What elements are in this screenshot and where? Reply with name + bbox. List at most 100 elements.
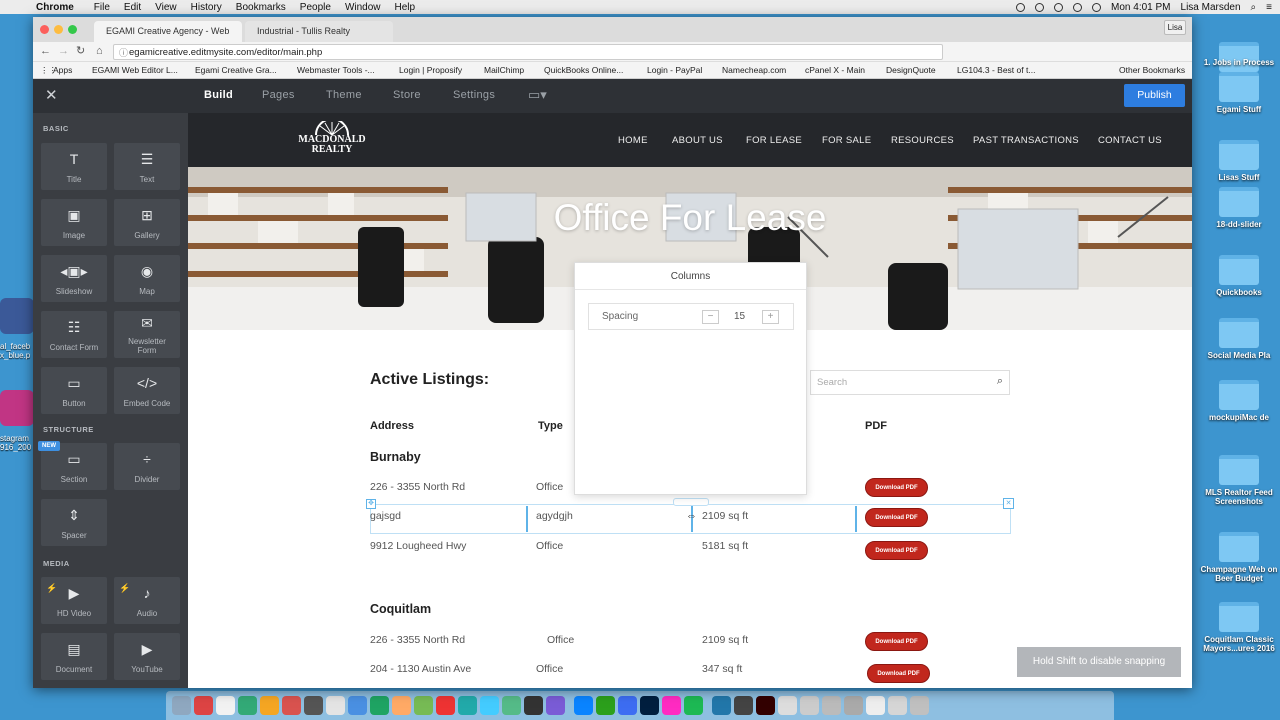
site-nav-resources[interactable]: RESOURCES: [891, 135, 954, 146]
move-row-icon[interactable]: ✥: [366, 499, 376, 509]
dock-app-icon[interactable]: [414, 696, 433, 715]
dock-app-icon[interactable]: [910, 696, 929, 715]
spotlight-icon[interactable]: ⌕: [1251, 2, 1257, 13]
wifi-icon[interactable]: [1054, 2, 1064, 12]
bookmark-item[interactable]: Namecheap.com: [722, 65, 786, 75]
dock-app-icon[interactable]: [574, 696, 593, 715]
menu-edit[interactable]: Edit: [124, 2, 141, 13]
dock-app-icon[interactable]: [546, 696, 565, 715]
desktop-folder[interactable]: Champagne Web on Beer Budget: [1200, 532, 1278, 583]
dock-app-icon[interactable]: [844, 696, 863, 715]
listing-size[interactable]: 347 sq ft: [702, 663, 742, 675]
profile-button[interactable]: Lisa: [1164, 20, 1186, 35]
info-icon[interactable]: ⓘ: [119, 46, 128, 59]
tab-build[interactable]: Build: [204, 89, 233, 101]
dock-app-icon[interactable]: [370, 696, 389, 715]
site-nav-for-lease[interactable]: FOR LEASE: [746, 135, 802, 146]
tile-image[interactable]: ▣ Image: [41, 199, 107, 246]
dock-app-icon[interactable]: [458, 696, 477, 715]
column-divider-handle[interactable]: [526, 506, 528, 532]
facebook-file-icon[interactable]: [0, 298, 34, 334]
listing-address[interactable]: 226 - 3355 North Rd: [370, 634, 465, 646]
forward-icon[interactable]: →: [58, 45, 69, 57]
hero-title[interactable]: Office For Lease: [188, 197, 1192, 239]
bookmark-item[interactable]: QuickBooks Online...: [544, 65, 623, 75]
listing-size[interactable]: 2109 sq ft: [702, 634, 748, 646]
tile-slideshow[interactable]: ◂▣▸ Slideshow: [41, 255, 107, 302]
bookmark-item[interactable]: Webmaster Tools -...: [297, 65, 375, 75]
delete-row-icon[interactable]: ✕: [1003, 498, 1014, 509]
bookmark-item[interactable]: Login - PayPal: [647, 65, 702, 75]
listing-size[interactable]: 2109 sq ft: [702, 510, 748, 522]
bookmark-item[interactable]: cPanel X - Main: [805, 65, 865, 75]
dock-app-icon[interactable]: [436, 696, 455, 715]
bookmark-item[interactable]: Login | Proposify: [399, 65, 462, 75]
dock-app-icon[interactable]: [238, 696, 257, 715]
listing-type[interactable]: agydgjh: [536, 510, 573, 522]
zoom-window-icon[interactable]: [68, 25, 77, 34]
dock-app-icon[interactable]: [712, 696, 731, 715]
listing-address[interactable]: gajsgd: [370, 510, 401, 522]
menu-help[interactable]: Help: [395, 2, 416, 13]
tile-newsletter-form[interactable]: ✉ Newsletter Form: [114, 311, 180, 358]
tab-store[interactable]: Store: [393, 89, 421, 101]
bookmark-item[interactable]: Egami Creative Gra...: [195, 65, 277, 75]
search-icon[interactable]: ⌕: [997, 375, 1003, 388]
desktop-folder[interactable]: Quickbooks: [1200, 255, 1278, 297]
site-nav-past-transactions[interactable]: PAST TRANSACTIONS: [973, 135, 1079, 146]
dock-app-icon[interactable]: [756, 696, 775, 715]
dock-app-icon[interactable]: [684, 696, 703, 715]
record-icon[interactable]: [1016, 2, 1026, 12]
bookmark-item[interactable]: Apps: [53, 65, 72, 75]
increase-spacing-button[interactable]: +: [762, 310, 779, 324]
menu-view[interactable]: View: [155, 2, 177, 13]
tile-title[interactable]: T Title: [41, 143, 107, 190]
download-pdf-button[interactable]: Download PDF: [865, 541, 928, 560]
tile-hd-video[interactable]: ⚡ ▶ HD Video: [41, 577, 107, 624]
user-name[interactable]: Lisa Marsden: [1181, 2, 1241, 13]
listing-type[interactable]: Office: [536, 540, 563, 552]
publish-button[interactable]: Publish: [1124, 84, 1185, 107]
dock-app-icon[interactable]: [216, 696, 235, 715]
tile-gallery[interactable]: ⊞ Gallery: [114, 199, 180, 246]
download-pdf-button[interactable]: Download PDF: [867, 664, 930, 683]
desktop-folder[interactable]: Social Media Pla: [1200, 318, 1278, 360]
tile-text[interactable]: ☰ Text: [114, 143, 180, 190]
listing-type[interactable]: Office: [547, 634, 574, 646]
device-preview-icon[interactable]: ▭▾: [528, 87, 547, 103]
dock-app-icon[interactable]: [194, 696, 213, 715]
listing-type[interactable]: Office: [536, 663, 563, 675]
dock-app-icon[interactable]: [662, 696, 681, 715]
dock-app-icon[interactable]: [392, 696, 411, 715]
dock-app-icon[interactable]: [640, 696, 659, 715]
menu-people[interactable]: People: [300, 2, 331, 13]
tile-contact-form[interactable]: ☷ Contact Form: [41, 311, 107, 358]
dock-app-icon[interactable]: [800, 696, 819, 715]
dock-app-icon[interactable]: [618, 696, 637, 715]
dock-app-icon[interactable]: [778, 696, 797, 715]
dock-app-icon[interactable]: [734, 696, 753, 715]
dock-app-icon[interactable]: [260, 696, 279, 715]
tile-audio[interactable]: ⚡ ♪ Audio: [114, 577, 180, 624]
menu-history[interactable]: History: [191, 2, 222, 13]
site-nav-home[interactable]: HOME: [618, 135, 648, 146]
tab-egami[interactable]: EGAMI Creative Agency - Web: [94, 21, 242, 42]
tile-embed-code[interactable]: </> Embed Code: [114, 367, 180, 414]
tile-map[interactable]: ◉ Map: [114, 255, 180, 302]
site-nav-for-sale[interactable]: FOR SALE: [822, 135, 871, 146]
menu-file[interactable]: File: [94, 2, 110, 13]
dock-app-icon[interactable]: [596, 696, 615, 715]
dock-app-icon[interactable]: [304, 696, 323, 715]
bookmark-item[interactable]: LG104.3 - Best of t...: [957, 65, 1035, 75]
tab-theme[interactable]: Theme: [326, 89, 362, 101]
close-editor-icon[interactable]: ✕: [45, 86, 58, 104]
menu-window[interactable]: Window: [345, 2, 381, 13]
address-field[interactable]: ⓘ egamicreative.editmysite.com/editor/ma…: [113, 44, 943, 60]
desktop-folder-label[interactable]: 1. Jobs in Process: [1200, 58, 1278, 67]
dock-app-icon[interactable]: [502, 696, 521, 715]
desktop-folder[interactable]: Lisas Stuff: [1200, 140, 1278, 182]
download-pdf-button[interactable]: Download PDF: [865, 478, 928, 497]
desktop-folder[interactable]: MLS Realtor Feed Screenshots: [1200, 455, 1278, 506]
tab-pages[interactable]: Pages: [262, 89, 295, 101]
city-heading[interactable]: Coquitlam: [370, 602, 431, 616]
